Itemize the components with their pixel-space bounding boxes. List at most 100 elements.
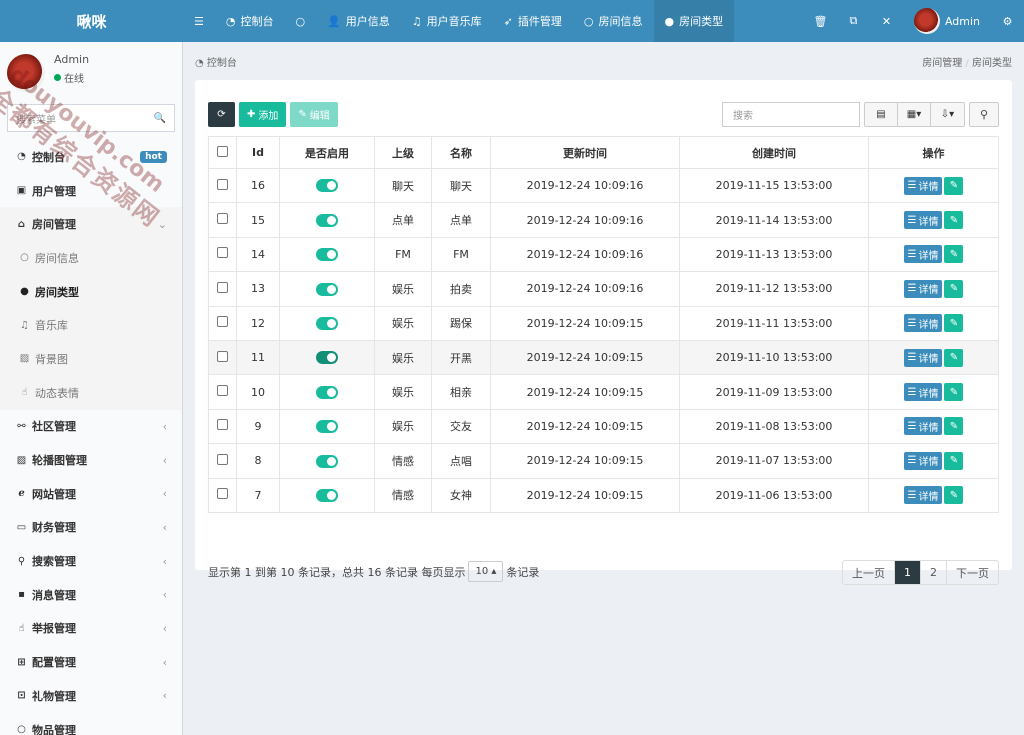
table-row[interactable]: 12 娱乐 踢保 2019-12-24 10:09:15 2019-11-11 13:5… xyxy=(208,305,999,341)
table-row[interactable]: 9 娱乐 交友 2019-12-24 10:09:15 2019-11-08 13:53… xyxy=(208,408,999,445)
breadcrumb-parent[interactable]: 房间管理 xyxy=(922,58,962,69)
row-checkbox[interactable] xyxy=(217,178,228,190)
fullscreen-icon[interactable]: ✕ xyxy=(870,0,903,42)
tab-plugins[interactable]: ➶ 插件管理 xyxy=(493,0,573,42)
col-created[interactable]: 创建时间 xyxy=(679,136,869,169)
row-edit-button[interactable]: ✎ xyxy=(944,314,964,333)
next-page-button[interactable]: 下一页 xyxy=(947,561,998,584)
sidebar-item-finance[interactable]: ▭ 财务管理 ‹ xyxy=(0,511,182,545)
tab-dashboard[interactable]: ◔ 控制台 xyxy=(215,0,285,42)
enabled-toggle[interactable] xyxy=(316,317,338,330)
sidebar-toggle-button[interactable]: ☰ xyxy=(183,0,215,42)
row-edit-button[interactable]: ✎ xyxy=(944,245,964,264)
sidebar-item-dashboard[interactable]: ◔ 控制台 hot xyxy=(0,140,182,174)
detail-button[interactable]: ☰ 详情 xyxy=(903,279,943,298)
enabled-toggle[interactable] xyxy=(316,282,338,296)
sidebar-item-community[interactable]: ⚯ 社区管理 ‹ xyxy=(0,410,182,444)
add-button[interactable]: ✚ 添加 xyxy=(239,101,287,127)
enabled-toggle[interactable] xyxy=(316,420,338,434)
col-parent[interactable]: 上级 xyxy=(374,136,432,169)
admin-menu[interactable]: Admin xyxy=(903,0,991,42)
col-enabled[interactable]: 是否启用 xyxy=(279,136,375,169)
edit-button[interactable]: ✎ 编辑 xyxy=(290,101,338,127)
sidebar-item-users[interactable]: ▣ 用户管理 xyxy=(0,174,182,208)
page-size-select[interactable]: 10 ▴ xyxy=(468,561,504,582)
table-row[interactable]: 13 娱乐 拍卖 2019-12-24 10:09:16 2019-11-12 13:5… xyxy=(208,271,999,307)
prev-page-button[interactable]: 上一页 xyxy=(843,561,895,584)
sidebar-item-config[interactable]: ⊞ 配置管理 ‹ xyxy=(0,645,182,679)
sidebar-search-input[interactable]: 搜索菜单 🔍 xyxy=(7,104,175,132)
trash-icon[interactable]: 🗑 xyxy=(804,0,837,42)
toggle-view-button[interactable]: ▤ xyxy=(865,102,898,126)
row-edit-button[interactable]: ✎ xyxy=(944,417,964,436)
detail-button[interactable]: ☰ 详情 xyxy=(903,245,943,264)
row-checkbox[interactable] xyxy=(217,385,228,397)
tab-room-info[interactable]: ○ 房间信息 xyxy=(573,0,654,42)
sidebar-item-items[interactable]: ○ 物品管理 xyxy=(0,713,182,735)
enabled-toggle[interactable] xyxy=(316,351,338,365)
row-checkbox[interactable] xyxy=(217,247,228,259)
search-input[interactable]: 搜索 xyxy=(722,101,860,127)
sidebar-item-background[interactable]: ▨ 背景图 xyxy=(0,342,182,376)
select-all-checkbox[interactable] xyxy=(217,145,228,157)
table-row[interactable]: 7 情感 女神 2019-12-24 10:09:15 2019-11-06 13:53… xyxy=(208,477,999,513)
row-checkbox[interactable] xyxy=(217,316,228,328)
detail-button[interactable]: ☰ 详情 xyxy=(903,176,943,195)
sidebar-item-messages[interactable]: ▪ 消息管理 ‹ xyxy=(0,578,182,612)
row-checkbox[interactable] xyxy=(217,350,228,362)
sidebar-item-emoji[interactable]: ☝ 动态表情 xyxy=(0,376,182,410)
sidebar-item-reports[interactable]: ☝ 举报管理 ‹ xyxy=(0,612,182,646)
row-checkbox[interactable] xyxy=(217,488,228,500)
row-edit-button[interactable]: ✎ xyxy=(944,279,964,298)
gear-icon[interactable]: ⚙ xyxy=(991,0,1024,42)
table-row[interactable]: 14 FM FM 2019-12-24 10:09:16 2019-11-13 13:5… xyxy=(208,236,999,273)
row-edit-button[interactable]: ✎ xyxy=(944,211,964,230)
row-edit-button[interactable]: ✎ xyxy=(944,486,964,505)
detail-button[interactable]: ☰ 详情 xyxy=(903,383,943,402)
sidebar-item-room-info[interactable]: ○ 房间信息 xyxy=(0,241,182,275)
page-2-button[interactable]: 2 xyxy=(921,561,947,584)
columns-button[interactable]: ▦▾ xyxy=(898,102,931,126)
tab-user-info[interactable]: 👤 用户信息 xyxy=(316,0,401,42)
refresh-button[interactable]: ⟳ xyxy=(208,101,235,127)
tab-user-music[interactable]: ♫ 用户音乐库 xyxy=(401,0,493,42)
search-button[interactable]: ⚲ xyxy=(969,101,999,127)
row-checkbox[interactable] xyxy=(217,453,228,465)
sidebar-item-room-type[interactable]: ● 房间类型 xyxy=(0,275,182,309)
enabled-toggle[interactable] xyxy=(316,488,338,502)
detail-button[interactable]: ☰ 详情 xyxy=(903,314,943,333)
table-row[interactable]: 10 娱乐 相亲 2019-12-24 10:09:15 2019-11-09 13:5… xyxy=(208,374,999,410)
detail-button[interactable]: ☰ 详情 xyxy=(903,451,943,470)
table-row[interactable]: 11 娱乐 开黑 2019-12-24 10:09:15 2019-11-10 13:5… xyxy=(208,339,999,376)
col-id[interactable]: Id xyxy=(236,136,280,169)
row-edit-button[interactable]: ✎ xyxy=(944,348,964,367)
row-checkbox[interactable] xyxy=(217,213,228,225)
col-name[interactable]: 名称 xyxy=(431,136,491,169)
table-row[interactable]: 15 点单 点单 2019-12-24 10:09:16 2019-11-14 13:5… xyxy=(208,202,999,238)
enabled-toggle[interactable] xyxy=(316,385,338,399)
sidebar-item-gifts[interactable]: ⊡ 礼物管理 ‹ xyxy=(0,679,182,713)
row-edit-button[interactable]: ✎ xyxy=(944,451,964,470)
enabled-toggle[interactable] xyxy=(316,213,338,227)
detail-button[interactable]: ☰ 详情 xyxy=(903,348,943,367)
language-icon[interactable]: ⧉ xyxy=(837,0,870,42)
app-logo[interactable]: 啾咪 xyxy=(0,0,183,42)
tab-room-type[interactable]: ● 房间类型 xyxy=(653,0,735,42)
row-checkbox[interactable] xyxy=(217,419,228,431)
sidebar-item-website[interactable]: ℯ 网站管理 ‹ xyxy=(0,477,182,511)
table-row[interactable]: 16 聊天 聊天 2019-12-24 10:09:16 2019-11-15 13:5… xyxy=(208,167,999,204)
detail-button[interactable]: ☰ 详情 xyxy=(903,417,943,436)
row-edit-button[interactable]: ✎ xyxy=(944,176,964,195)
tab-circle[interactable]: ○ xyxy=(284,0,316,42)
row-edit-button[interactable]: ✎ xyxy=(944,383,964,402)
table-row[interactable]: 8 情感 点唱 2019-12-24 10:09:15 2019-11-07 13:53… xyxy=(208,443,999,479)
page-1-button[interactable]: 1 xyxy=(895,561,921,584)
sidebar-item-rooms[interactable]: ⌂ 房间管理 ⌄ xyxy=(0,207,182,242)
export-button[interactable]: ⇩▾ xyxy=(931,102,964,126)
col-updated[interactable]: 更新时间 xyxy=(490,136,680,169)
detail-button[interactable]: ☰ 详情 xyxy=(903,486,943,505)
detail-button[interactable]: ☰ 详情 xyxy=(903,211,943,230)
sidebar-item-music[interactable]: ♫ 音乐库 xyxy=(0,308,182,342)
row-checkbox[interactable] xyxy=(217,281,228,293)
breadcrumb-home[interactable]: ◔ 控制台 xyxy=(195,54,237,69)
